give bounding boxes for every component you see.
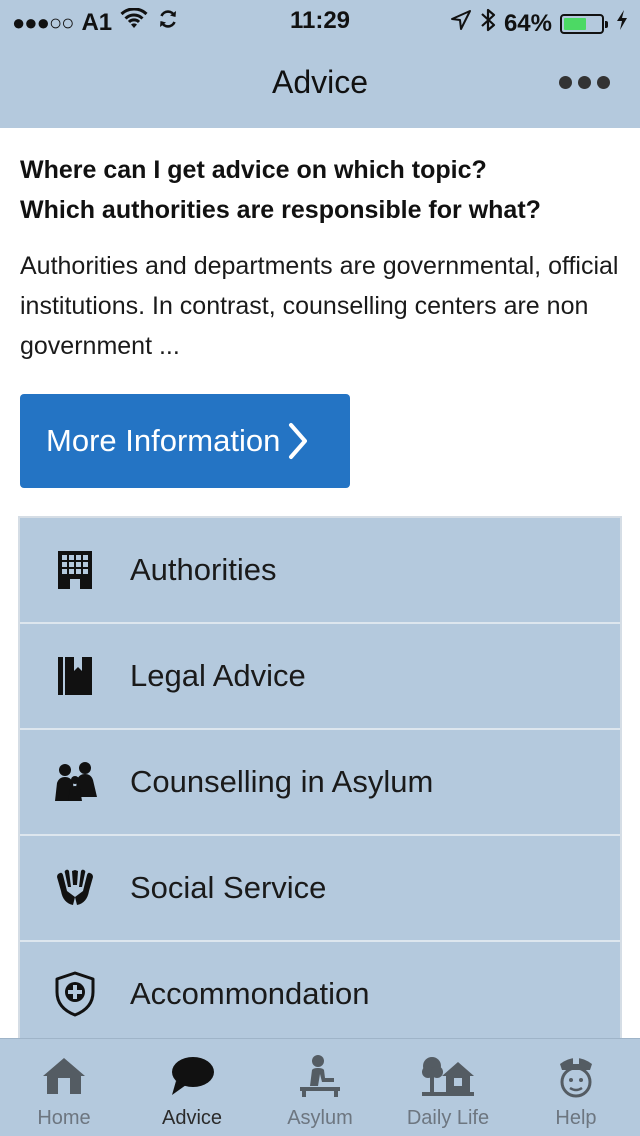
speech-bubble-icon	[168, 1051, 216, 1101]
list-item-accommondation[interactable]: Accommondation	[20, 942, 620, 1038]
battery-icon	[560, 13, 608, 34]
tree-house-icon	[420, 1051, 476, 1101]
list-item-authorities[interactable]: Authorities	[20, 518, 620, 624]
more-information-button[interactable]: More Information	[20, 394, 350, 488]
tab-asylum[interactable]: Asylum	[256, 1039, 384, 1136]
top-bar: ●●●○○ A1 11:29 64% Advice	[0, 0, 640, 128]
charging-bolt-icon	[616, 9, 628, 38]
list-item-social-service[interactable]: Social Service	[20, 836, 620, 942]
more-dots-icon[interactable]	[559, 76, 610, 89]
navigation-bar: Advice	[0, 40, 640, 128]
tab-help[interactable]: Help	[512, 1039, 640, 1136]
bluetooth-icon	[480, 7, 496, 40]
tab-home[interactable]: Home	[0, 1039, 128, 1136]
building-icon	[20, 549, 130, 591]
list-item-counselling-in-asylum[interactable]: Counselling in Asylum	[20, 730, 620, 836]
tab-advice[interactable]: Advice	[128, 1039, 256, 1136]
wifi-icon	[120, 7, 148, 37]
tab-label: Daily Life	[406, 1107, 490, 1129]
battery-level-fill	[564, 17, 586, 30]
topic-list: Authorities Legal Advice Counselling in …	[18, 516, 622, 1038]
sync-icon	[156, 7, 180, 38]
tab-label: Advice	[161, 1107, 223, 1129]
main-content[interactable]: Where can I get advice on which topic? W…	[0, 128, 640, 1038]
police-officer-icon	[554, 1051, 598, 1101]
heading-line-1: Where can I get advice on which topic?	[20, 156, 487, 184]
tab-label: Help	[555, 1107, 597, 1129]
list-item-label: Authorities	[130, 552, 277, 587]
carrier-name: A1	[81, 8, 113, 36]
location-arrow-icon	[450, 9, 472, 38]
list-item-label: Legal Advice	[130, 658, 306, 693]
more-information-label: More Information	[46, 423, 281, 458]
list-item-label: Counselling in Asylum	[130, 764, 434, 799]
people-icon	[20, 761, 130, 803]
signal-strength-dots: ●●●○○	[12, 9, 74, 35]
hands-icon	[20, 867, 130, 909]
intro-heading: Where can I get advice on which topic? W…	[20, 150, 620, 230]
tab-daily-life[interactable]: Daily Life	[384, 1039, 512, 1136]
chevron-right-icon	[288, 422, 308, 460]
intro-text: Authorities and departments are governme…	[20, 252, 619, 360]
page-title: Advice	[271, 64, 369, 100]
heading-line-2: Which authorities are responsible for wh…	[20, 196, 541, 224]
battery-percent: 64%	[503, 9, 552, 37]
asylum-desk-icon	[296, 1051, 344, 1101]
list-item-legal-advice[interactable]: Legal Advice	[20, 624, 620, 730]
tab-bar: Home Advice Asylum Daily Life Help	[0, 1038, 640, 1136]
home-icon	[41, 1051, 87, 1101]
tab-label: Asylum	[287, 1107, 353, 1129]
list-item-label: Social Service	[130, 870, 327, 905]
status-bar: ●●●○○ A1 11:29 64%	[0, 0, 640, 40]
tab-label: Home	[37, 1107, 91, 1129]
list-item-label: Accommondation	[130, 976, 370, 1011]
book-icon	[20, 655, 130, 697]
shield-plus-icon	[20, 970, 130, 1018]
